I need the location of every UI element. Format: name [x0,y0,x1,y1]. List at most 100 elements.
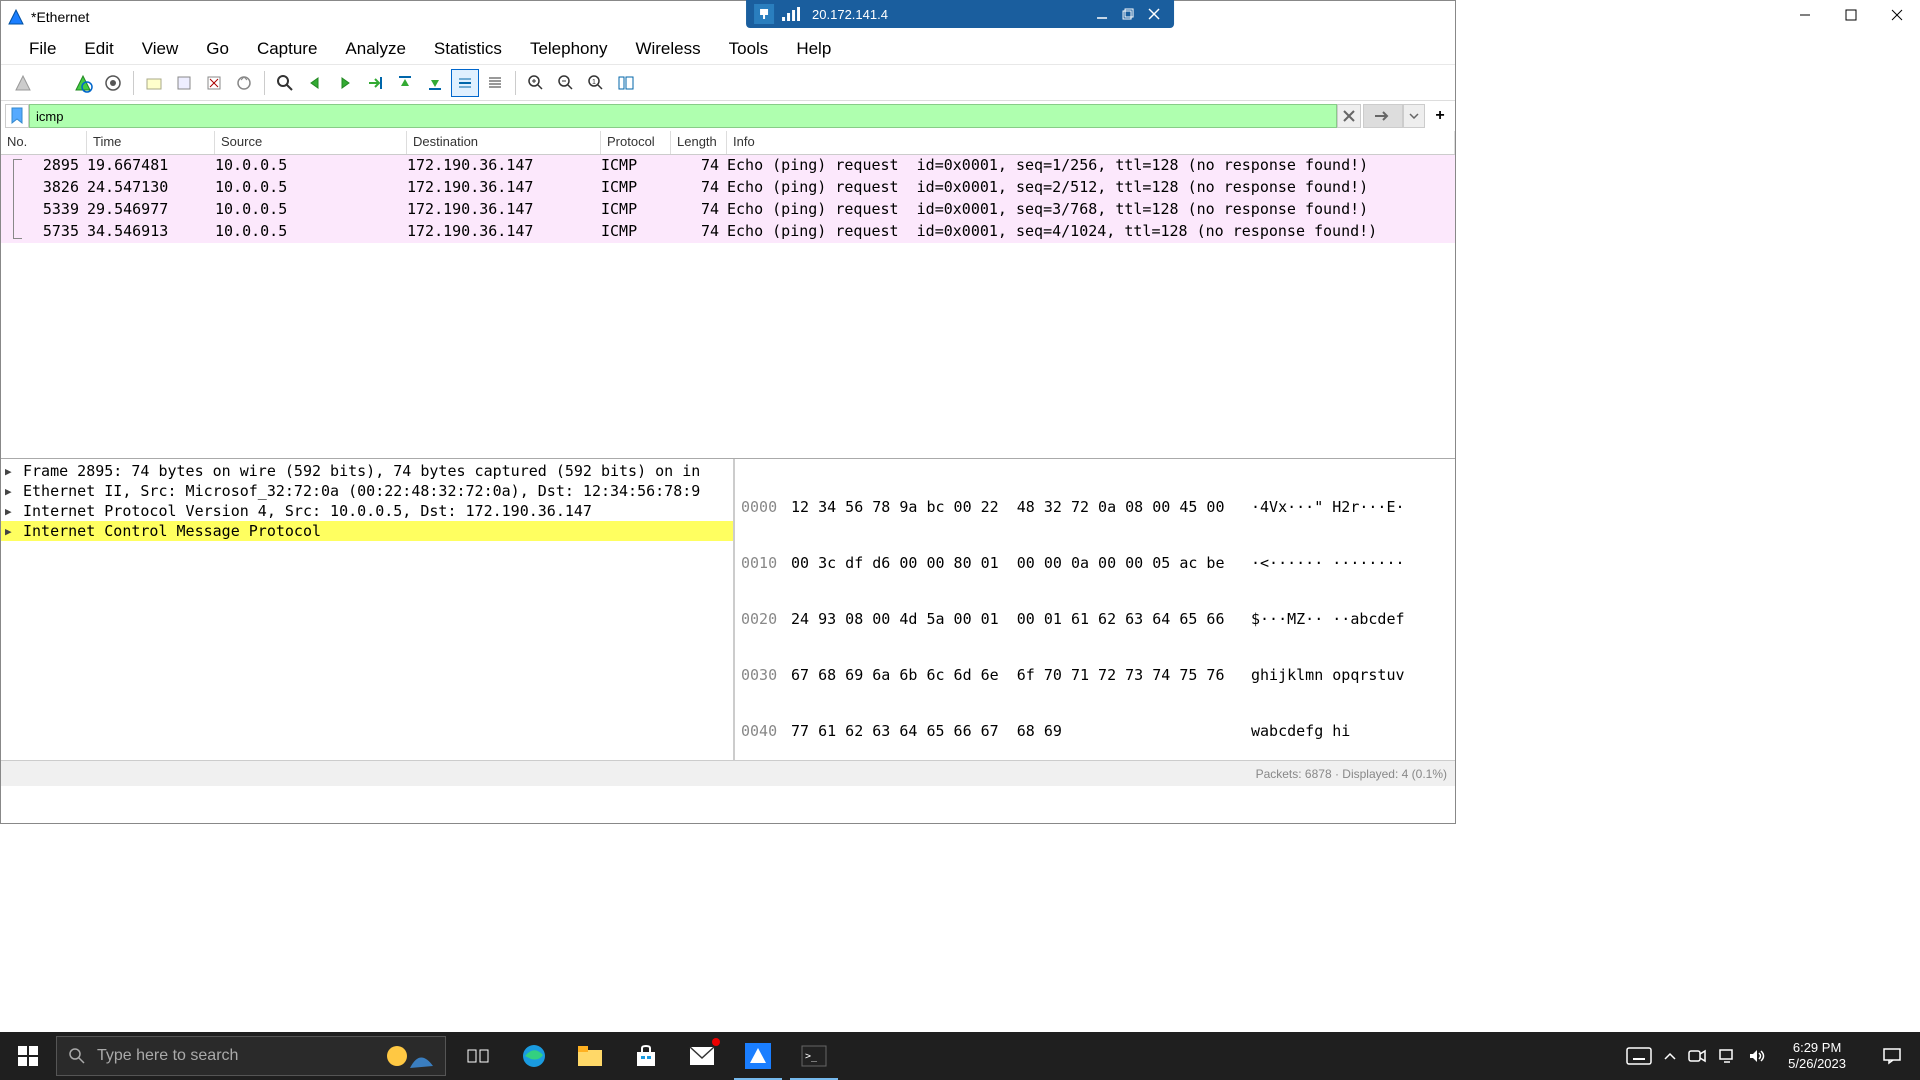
rdp-restore[interactable] [1116,2,1140,26]
mail-app[interactable] [674,1032,730,1080]
col-header-time[interactable]: Time [87,131,215,154]
close-file-button[interactable] [200,69,228,97]
col-header-destination[interactable]: Destination [407,131,601,154]
col-header-protocol[interactable]: Protocol [601,131,671,154]
rdp-minimize[interactable] [1090,2,1114,26]
goto-first-button[interactable] [391,69,419,97]
network-icon[interactable] [1718,1048,1736,1064]
menu-bar: File Edit View Go Capture Analyze Statis… [1,33,1455,65]
menu-edit[interactable]: Edit [70,35,127,63]
goto-packet-button[interactable] [361,69,389,97]
save-file-button[interactable] [170,69,198,97]
col-header-info[interactable]: Info [727,131,1455,154]
byte-row[interactable]: 002024 93 08 00 4d 5a 00 01 00 01 61 62 … [741,609,1449,629]
menu-go[interactable]: Go [192,35,243,63]
packet-list[interactable]: 2895 19.667481 10.0.0.5 172.190.36.147 I… [1,155,1455,458]
zoom-out-button[interactable] [552,69,580,97]
filter-history-button[interactable] [1403,104,1425,128]
autoscroll-button[interactable] [451,69,479,97]
wireshark-window: *Ethernet File Edit View Go Capture Anal… [0,0,1456,824]
filter-apply-button[interactable] [1363,104,1403,128]
menu-file[interactable]: File [15,35,70,63]
search-placeholder: Type here to search [97,1047,238,1065]
go-forward-button[interactable] [331,69,359,97]
expand-icon[interactable]: ▶ [5,485,23,498]
detail-row[interactable]: ▶Frame 2895: 74 bytes on wire (592 bits)… [1,461,733,481]
wireshark-app[interactable] [730,1032,786,1080]
host-window-controls [1782,0,1920,30]
packet-list-header: No. Time Source Destination Protocol Len… [1,131,1455,155]
terminal-app[interactable]: >_ [786,1032,842,1080]
taskbar-search[interactable]: Type here to search [56,1036,446,1076]
expand-icon[interactable]: ▶ [5,525,23,538]
explorer-app[interactable] [562,1032,618,1080]
packet-row[interactable]: 5339 29.546977 10.0.0.5 172.190.36.147 I… [1,199,1455,221]
titlebar[interactable]: *Ethernet [1,1,1455,33]
detail-row-selected[interactable]: ▶Internet Control Message Protocol [1,521,733,541]
open-file-button[interactable] [140,69,168,97]
find-packet-button[interactable] [271,69,299,97]
menu-telephony[interactable]: Telephony [516,35,622,63]
resize-columns-button[interactable] [612,69,640,97]
byte-row[interactable]: 001000 3c df d6 00 00 80 01 00 00 0a 00 … [741,553,1449,573]
taskbar-clock[interactable]: 6:29 PM 5/26/2023 [1778,1040,1856,1072]
col-header-source[interactable]: Source [215,131,407,154]
volume-icon[interactable] [1748,1048,1766,1064]
expand-icon[interactable]: ▶ [5,505,23,518]
byte-row[interactable]: 003067 68 69 6a 6b 6c 6d 6e 6f 70 71 72 … [741,665,1449,685]
goto-last-button[interactable] [421,69,449,97]
menu-statistics[interactable]: Statistics [420,35,516,63]
packet-bytes-pane[interactable]: 000012 34 56 78 9a bc 00 22 48 32 72 0a … [735,459,1455,760]
zoom-reset-button[interactable]: 1 [582,69,610,97]
packet-details-pane[interactable]: ▶Frame 2895: 74 bytes on wire (592 bits)… [1,459,735,760]
display-filter-input[interactable] [29,104,1337,128]
expand-icon[interactable]: ▶ [5,465,23,478]
wireshark-icon [7,8,25,26]
col-header-no[interactable]: No. [1,131,87,154]
host-close[interactable] [1874,0,1920,30]
byte-row[interactable]: 004077 61 62 63 64 65 66 67 68 69wabcdef… [741,721,1449,741]
svg-text:1: 1 [592,79,596,86]
col-header-length[interactable]: Length [671,131,727,154]
menu-capture[interactable]: Capture [243,35,331,63]
notifications-button[interactable] [1868,1032,1916,1080]
window-title: *Ethernet [31,9,89,25]
status-packets: Packets: 6878 · Displayed: 4 (0.1%) [1256,767,1447,781]
cortana-decoration [385,1038,445,1074]
menu-tools[interactable]: Tools [715,35,783,63]
toolbar-sep [515,71,516,95]
start-capture-button[interactable] [9,69,37,97]
menu-wireless[interactable]: Wireless [621,35,714,63]
restart-capture-button[interactable] [69,69,97,97]
svg-text:>_: >_ [805,1051,818,1062]
host-maximize[interactable] [1828,0,1874,30]
menu-help[interactable]: Help [782,35,845,63]
menu-view[interactable]: View [128,35,193,63]
keyboard-icon[interactable] [1626,1047,1652,1065]
meet-now-icon[interactable] [1688,1049,1706,1063]
detail-row[interactable]: ▶Internet Protocol Version 4, Src: 10.0.… [1,501,733,521]
capture-options-button[interactable] [99,69,127,97]
filter-add-button[interactable]: + [1429,104,1451,128]
byte-row[interactable]: 000012 34 56 78 9a bc 00 22 48 32 72 0a … [741,497,1449,517]
host-minimize[interactable] [1782,0,1828,30]
tray-chevron-icon[interactable] [1664,1052,1676,1060]
edge-app[interactable] [506,1032,562,1080]
store-app[interactable] [618,1032,674,1080]
packet-row[interactable]: 3826 24.547130 10.0.0.5 172.190.36.147 I… [1,177,1455,199]
packet-row[interactable]: 2895 19.667481 10.0.0.5 172.190.36.147 I… [1,155,1455,177]
filter-bookmark-button[interactable] [5,104,29,128]
pin-icon[interactable] [754,4,774,24]
start-button[interactable] [0,1032,56,1080]
filter-clear-button[interactable] [1337,104,1361,128]
go-back-button[interactable] [301,69,329,97]
taskview-button[interactable] [450,1032,506,1080]
colorize-button[interactable] [481,69,509,97]
packet-row[interactable]: 5735 34.546913 10.0.0.5 172.190.36.147 I… [1,221,1455,243]
menu-analyze[interactable]: Analyze [331,35,419,63]
rdp-close[interactable] [1142,2,1166,26]
detail-row[interactable]: ▶Ethernet II, Src: Microsof_32:72:0a (00… [1,481,733,501]
reload-file-button[interactable] [230,69,258,97]
stop-capture-button[interactable] [39,69,67,97]
zoom-in-button[interactable] [522,69,550,97]
